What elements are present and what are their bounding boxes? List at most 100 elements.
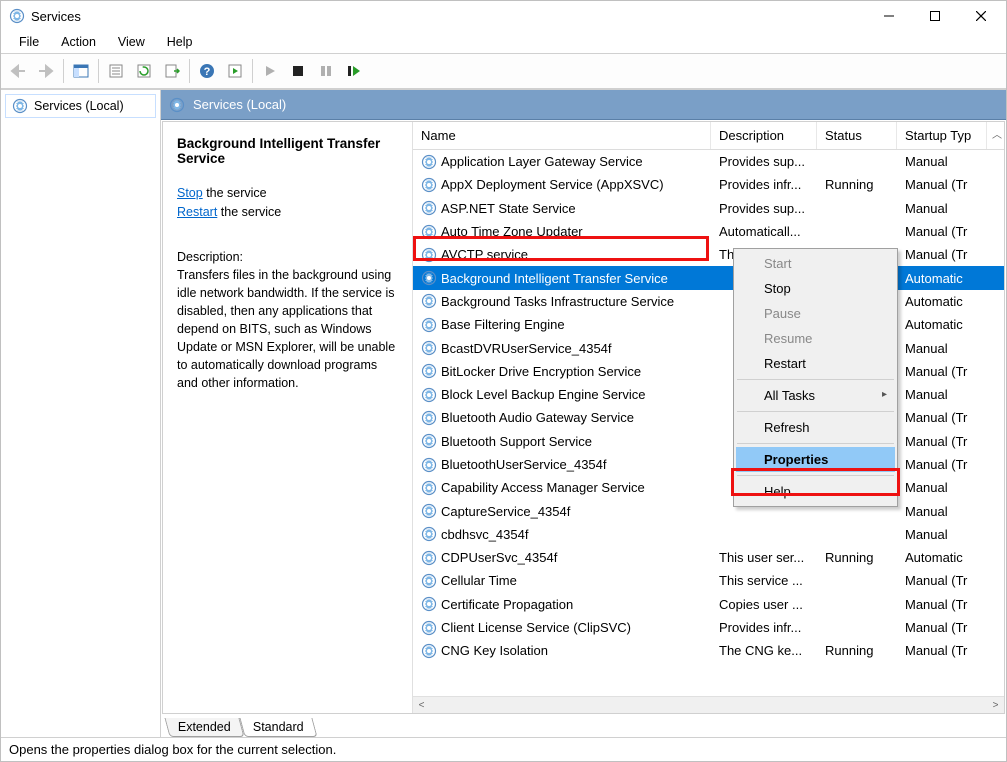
services-icon — [12, 98, 28, 114]
service-row[interactable]: Bluetooth Audio Gateway ServiceManual (T… — [413, 406, 1004, 429]
horizontal-scrollbar[interactable]: < > — [413, 696, 1004, 713]
ctx-all-tasks[interactable]: All Tasks▸ — [736, 383, 895, 408]
ctx-help[interactable]: Help — [736, 479, 895, 504]
ctx-restart[interactable]: Restart — [736, 351, 895, 376]
service-row[interactable]: Base Filtering EngineAutomatic — [413, 313, 1004, 336]
export-button[interactable] — [159, 58, 185, 84]
ctx-stop[interactable]: Stop — [736, 276, 895, 301]
restart-service-button[interactable] — [341, 58, 367, 84]
forward-button[interactable] — [33, 58, 59, 84]
service-name: Capability Access Manager Service — [441, 480, 645, 495]
service-startup: Manual — [897, 201, 987, 216]
service-startup: Automatic — [897, 294, 987, 309]
service-row[interactable]: Certificate PropagationCopies user ...Ma… — [413, 593, 1004, 616]
service-startup: Automatic — [897, 550, 987, 565]
service-name: Background Tasks Infrastructure Service — [441, 294, 674, 309]
description-text: Transfers files in the background using … — [177, 266, 398, 393]
service-row[interactable]: Cellular TimeThis service ...Manual (Tr — [413, 569, 1004, 592]
maximize-button[interactable] — [912, 1, 958, 31]
show-hide-tree-button[interactable] — [68, 58, 94, 84]
list-pane: Name Description Status Startup Typ ︿ Ap… — [413, 122, 1004, 713]
service-status: Running — [817, 550, 897, 565]
restart-link[interactable]: Restart — [177, 205, 217, 219]
service-row[interactable]: CNG Key IsolationThe CNG ke...RunningMan… — [413, 639, 1004, 662]
refresh-button[interactable] — [131, 58, 157, 84]
back-button[interactable] — [5, 58, 31, 84]
service-row[interactable]: AppX Deployment Service (AppXSVC)Provide… — [413, 173, 1004, 196]
service-icon — [421, 643, 437, 659]
ctx-refresh[interactable]: Refresh — [736, 415, 895, 440]
service-icon — [421, 340, 437, 356]
service-row[interactable]: AVCTP serviceThis is Audio...RunningManu… — [413, 243, 1004, 266]
properties-button[interactable] — [103, 58, 129, 84]
service-row[interactable]: ASP.NET State ServiceProvides sup...Manu… — [413, 197, 1004, 220]
service-row[interactable]: BitLocker Drive Encryption Service Manual… — [413, 360, 1004, 383]
service-name: BluetoothUserService_4354f — [441, 457, 607, 472]
service-description: The CNG ke... — [711, 643, 817, 658]
service-icon — [421, 200, 437, 216]
service-description: Copies user ... — [711, 597, 817, 612]
service-row[interactable]: BluetoothUserService_4354fManual (Tr — [413, 453, 1004, 476]
tab-extended[interactable]: Extended — [164, 718, 244, 737]
service-status: Running — [817, 643, 897, 658]
service-row[interactable]: CDPUserSvc_4354fThis user ser...RunningA… — [413, 546, 1004, 569]
service-name: BcastDVRUserService_4354f — [441, 341, 612, 356]
service-row[interactable]: Block Level Backup Engine ServiceManual — [413, 383, 1004, 406]
service-name: BitLocker Drive Encryption Service — [441, 364, 641, 379]
service-name: ASP.NET State Service — [441, 201, 576, 216]
ctx-separator — [737, 379, 894, 380]
tree-root-node[interactable]: Services (Local) — [5, 94, 156, 118]
service-row[interactable]: Auto Time Zone UpdaterAutomaticall...Man… — [413, 220, 1004, 243]
service-row[interactable]: BcastDVRUserService_4354fManual — [413, 336, 1004, 359]
menu-view[interactable]: View — [108, 33, 155, 51]
service-startup: Manual (Tr — [897, 620, 987, 635]
service-icon — [421, 293, 437, 309]
menu-file[interactable]: File — [9, 33, 49, 51]
menu-action[interactable]: Action — [51, 33, 106, 51]
scroll-right-icon[interactable]: > — [987, 697, 1004, 714]
service-startup: Manual — [897, 527, 987, 542]
toolbar-separator — [98, 59, 99, 83]
pause-service-button[interactable] — [313, 58, 339, 84]
service-row[interactable]: Background Intelligent Transfer ServiceA… — [413, 266, 1004, 289]
service-row[interactable]: cbdhsvc_4354fManual — [413, 523, 1004, 546]
ctx-pause: Pause — [736, 301, 895, 326]
titlebar: Services — [1, 1, 1006, 31]
service-name: Certificate Propagation — [441, 597, 573, 612]
service-row[interactable]: Bluetooth Support ServiceManual (Tr — [413, 430, 1004, 453]
scroll-up-icon[interactable]: ︿ — [992, 126, 1002, 141]
column-name[interactable]: Name — [413, 122, 711, 149]
toolbar: ? — [1, 53, 1006, 89]
help-button[interactable]: ? — [194, 58, 220, 84]
column-status[interactable]: Status — [817, 122, 897, 149]
list-body[interactable]: Application Layer Gateway ServiceProvide… — [413, 150, 1004, 696]
service-icon — [421, 620, 437, 636]
service-row[interactable]: Client License Service (ClipSVC)Provides… — [413, 616, 1004, 639]
service-icon — [421, 247, 437, 263]
column-description[interactable]: Description — [711, 122, 817, 149]
menu-help[interactable]: Help — [157, 33, 203, 51]
scroll-left-icon[interactable]: < — [413, 697, 430, 714]
toolbar-separator — [189, 59, 190, 83]
start-service-button[interactable] — [257, 58, 283, 84]
service-row[interactable]: Background Tasks Infrastructure Service A… — [413, 290, 1004, 313]
service-row[interactable]: CaptureService_4354fManual — [413, 499, 1004, 522]
action-button[interactable] — [222, 58, 248, 84]
service-row[interactable]: Capability Access Manager ServiceManual — [413, 476, 1004, 499]
service-icon — [421, 224, 437, 240]
tab-standard[interactable]: Standard — [239, 718, 317, 737]
ctx-properties[interactable]: Properties — [736, 447, 895, 472]
service-icon — [421, 387, 437, 403]
stop-link[interactable]: Stop — [177, 186, 203, 200]
service-name: CNG Key Isolation — [441, 643, 548, 658]
close-button[interactable] — [958, 1, 1004, 31]
minimize-button[interactable] — [866, 1, 912, 31]
service-row[interactable]: Application Layer Gateway ServiceProvide… — [413, 150, 1004, 173]
service-startup: Manual (Tr — [897, 364, 987, 379]
context-menu: Start Stop Pause Resume Restart All Task… — [733, 248, 898, 507]
service-name: CDPUserSvc_4354f — [441, 550, 557, 565]
pane-header-title: Services (Local) — [193, 97, 286, 112]
service-startup: Manual (Tr — [897, 573, 987, 588]
stop-service-button[interactable] — [285, 58, 311, 84]
column-startup[interactable]: Startup Typ — [897, 122, 987, 149]
